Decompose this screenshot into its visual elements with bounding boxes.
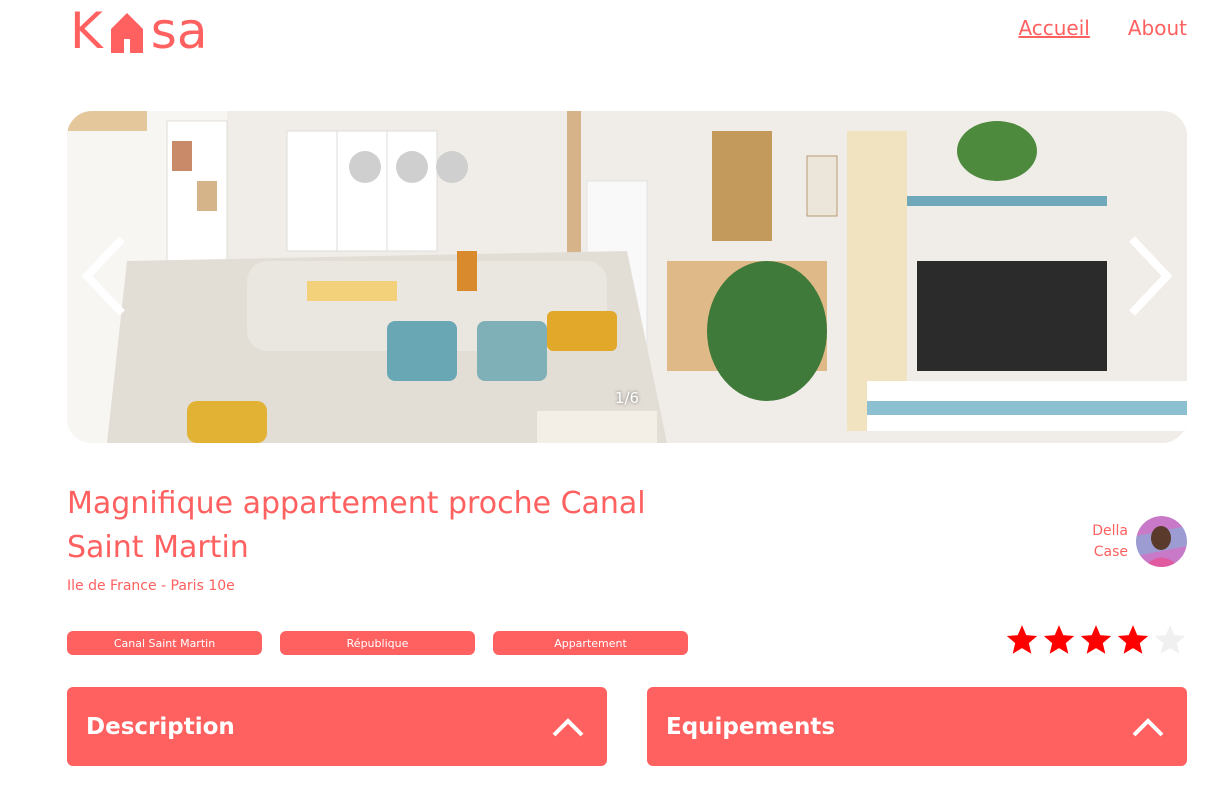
- chevron-right-icon[interactable]: [1117, 231, 1177, 321]
- image-counter: 1/6: [614, 389, 640, 407]
- logo[interactable]: K sa: [70, 4, 208, 58]
- equipments-collapse[interactable]: Equipements: [647, 687, 1187, 766]
- header: K sa Accueil About: [0, 0, 1221, 60]
- star-filled-icon: [1117, 625, 1149, 654]
- star-filled-icon: [1043, 625, 1075, 654]
- house-icon: [110, 13, 143, 53]
- host-name: Della Case: [1092, 521, 1128, 563]
- host-last-name: Case: [1093, 543, 1128, 560]
- listing-location: Ile de France - Paris 10e: [67, 578, 235, 594]
- star-filled-icon: [1006, 625, 1038, 654]
- main-nav: Accueil About: [1018, 16, 1187, 40]
- image-carousel: 1/6: [67, 111, 1187, 443]
- chevron-left-icon[interactable]: [77, 231, 137, 321]
- avatar: [1136, 516, 1187, 567]
- chevron-up-icon[interactable]: [551, 716, 585, 738]
- tag: République: [280, 631, 475, 655]
- star-filled-icon: [1080, 625, 1112, 654]
- chevron-up-icon[interactable]: [1131, 716, 1165, 738]
- nav-link-accueil[interactable]: Accueil: [1018, 16, 1089, 40]
- listing-title: Magnifique appartement proche Canal Sain…: [67, 486, 646, 565]
- nav-link-about[interactable]: About: [1128, 16, 1187, 40]
- tag: Appartement: [493, 631, 688, 655]
- star-empty-icon: [1154, 625, 1186, 654]
- description-title: Description: [86, 713, 235, 740]
- rating: [1005, 623, 1187, 657]
- tag: Canal Saint Martin: [67, 631, 262, 655]
- host-first-name: Della: [1092, 522, 1128, 539]
- description-collapse[interactable]: Description: [67, 687, 607, 766]
- tag-list: Canal Saint Martin République Appartemen…: [67, 631, 688, 655]
- equipments-title: Equipements: [666, 713, 836, 740]
- host-card: Della Case: [1092, 516, 1187, 567]
